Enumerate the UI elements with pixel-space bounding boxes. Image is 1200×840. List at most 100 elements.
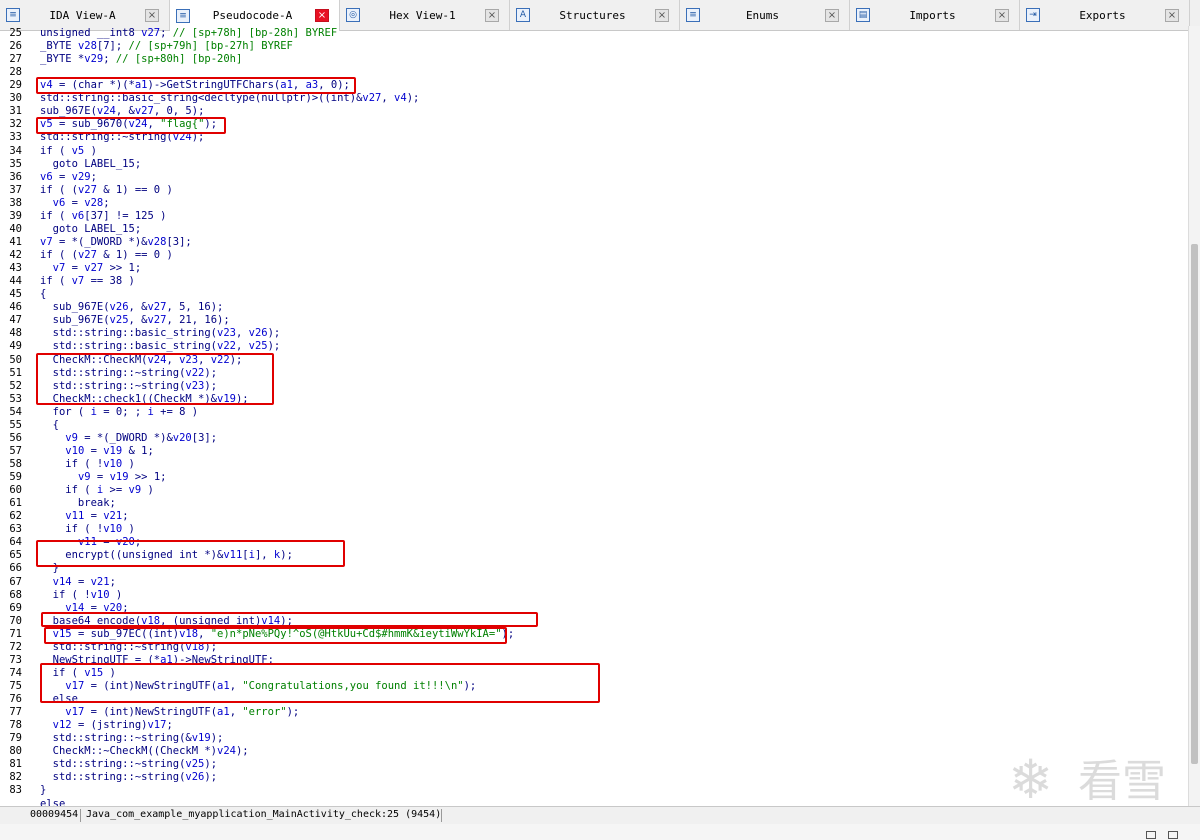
highlight-encrypt-call [36, 540, 345, 567]
code-text: v7 = *(_DWORD *)&v28[3]; [40, 235, 192, 248]
line-number: 64 [9, 536, 22, 549]
line-number: 83 [9, 784, 22, 797]
line-number: 71 [9, 627, 22, 640]
highlight-getstringutfchars [36, 77, 356, 94]
close-icon[interactable]: × [315, 9, 329, 22]
code-text: { [40, 418, 59, 431]
line-number: 68 [9, 588, 22, 601]
close-icon[interactable]: × [825, 8, 839, 22]
line-number: 76 [9, 693, 22, 706]
line-number: 33 [9, 131, 22, 144]
imports-icon: ▤ [856, 8, 870, 22]
code-text: v7 = v27 >> 1; [52, 262, 142, 275]
line-number: 27 [9, 53, 22, 66]
tab-label: Enums [745, 8, 780, 22]
line-number: 67 [9, 575, 22, 588]
code-text: if ( !v10 ) [40, 523, 135, 536]
line-number: 80 [9, 745, 22, 758]
tab-label: Hex View-1 [389, 8, 456, 22]
line-number: 60 [9, 484, 22, 497]
highlight-base64-encode [41, 612, 538, 627]
window-icon[interactable] [1146, 831, 1156, 839]
vertical-scrollbar[interactable] [1188, 26, 1200, 808]
code-text: if ( !v10 ) [40, 588, 123, 601]
line-number: 32 [9, 118, 22, 131]
scrollbar-thumb[interactable] [1191, 244, 1198, 764]
tab-label: Exports [1079, 8, 1126, 22]
line-number: 48 [9, 327, 22, 340]
line-number: 41 [9, 235, 22, 248]
line-number: 47 [9, 314, 22, 327]
line-number: 59 [9, 471, 22, 484]
line-number: 70 [9, 614, 22, 627]
code-text: if ( (v27 & 1) == 0 ) [40, 249, 173, 262]
line-number: 36 [9, 170, 22, 183]
close-icon[interactable]: × [1165, 8, 1179, 22]
status-address: 00009454 [30, 809, 79, 820]
line-number: 77 [9, 706, 22, 719]
code-text: std::string::~string(v25); [40, 758, 218, 771]
line-number: 78 [9, 719, 22, 732]
line-number: 56 [9, 431, 22, 444]
line-number: 44 [9, 275, 22, 288]
line-number: 35 [9, 157, 22, 170]
line-number: 75 [9, 680, 22, 692]
tab-label: Pseudocode-A [212, 9, 293, 22]
close-icon[interactable]: × [655, 8, 669, 22]
line-number: 79 [9, 732, 22, 745]
code-text: } [40, 784, 47, 797]
line-number: 82 [9, 771, 22, 784]
tab-label: Structures [559, 8, 626, 22]
line-number: 73 [9, 653, 22, 666]
code-text: v14 = v21; [52, 575, 116, 588]
close-icon[interactable]: × [145, 8, 159, 22]
code-text: else [40, 797, 66, 806]
line-number: 28 [9, 66, 22, 79]
tab-label: Imports [909, 8, 956, 22]
line-number: 42 [9, 249, 22, 262]
line-number: 58 [9, 457, 22, 470]
tab-label: IDA View-A [49, 8, 116, 22]
code-text: unsigned __int8 v27; // [sp+78h] [bp-28h… [40, 27, 338, 39]
close-icon[interactable]: × [485, 8, 499, 22]
line-number: 30 [9, 92, 22, 105]
code-text: v9 = v19 >> 1; [77, 471, 167, 484]
code-text: if ( v6[37] != 125 ) [40, 209, 167, 222]
code-text: _BYTE v28[7]; // [sp+79h] [bp-27h] BYREF [40, 40, 293, 53]
code-text: break; [40, 497, 116, 510]
line-number: 34 [9, 144, 22, 157]
code-text: v6 = v29; [40, 170, 97, 183]
code-text: v11 = v21; [65, 510, 129, 523]
code-text: v9 = *(_DWORD *)&v20[3]; [65, 431, 218, 444]
line-number: 69 [9, 601, 22, 614]
line-number: 63 [9, 523, 22, 536]
code-text: goto LABEL_15; [40, 157, 142, 170]
line-number: 50 [9, 353, 22, 366]
code-text: std::string::basic_string(v23, v26); [40, 327, 281, 340]
line-number: 72 [9, 640, 22, 653]
line-number: 46 [9, 301, 22, 314]
window-icon[interactable] [1168, 831, 1178, 839]
code-text: std::string::~string(&v19); [40, 732, 224, 745]
close-icon[interactable]: × [995, 8, 1009, 22]
ida-view-icon: ≡ [6, 8, 20, 22]
code-text: v6 = v28; [52, 196, 110, 209]
code-text: if ( v5 ) [40, 144, 97, 157]
pseudocode-icon: ≡ [176, 8, 190, 23]
line-number: 51 [9, 366, 22, 379]
line-number: 62 [9, 510, 22, 523]
line-number: 54 [9, 405, 22, 418]
exports-icon: ⇥ [1026, 8, 1040, 22]
highlight-compare-string [44, 627, 507, 644]
code-text: goto LABEL_15; [40, 222, 142, 235]
bottom-bar [0, 824, 1200, 840]
watermark-snowflake-icon: ❄ [1008, 748, 1054, 811]
code-text: std::string::basic_string(v22, v25); [40, 340, 281, 353]
hex-view-icon: ◎ [346, 8, 360, 22]
code-text: _BYTE *v29; // [sp+80h] [bp-20h] [40, 53, 243, 66]
highlight-checkm-block [36, 353, 274, 405]
code-text: v12 = (jstring)v17; [52, 719, 173, 732]
status-function-location: Java_com_example_myapplication_MainActiv… [86, 809, 442, 820]
line-number: 61 [9, 497, 22, 510]
code-text: if ( v7 == 38 ) [40, 275, 135, 288]
